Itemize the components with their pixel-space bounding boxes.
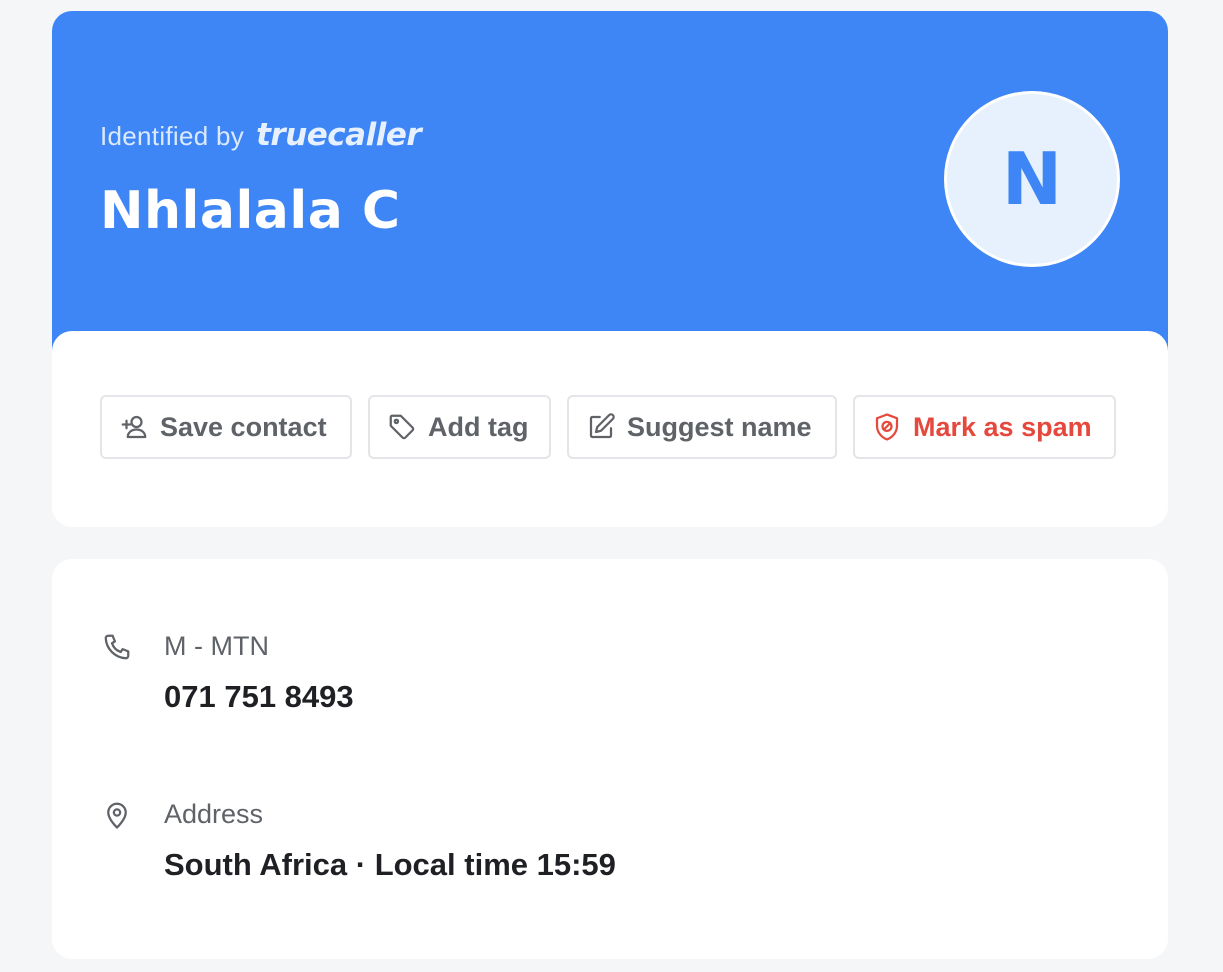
avatar-initial: N bbox=[1001, 137, 1063, 221]
edit-icon bbox=[586, 412, 616, 442]
add-tag-label: Add tag bbox=[428, 411, 529, 442]
mark-as-spam-label: Mark as spam bbox=[913, 411, 1092, 442]
add-tag-button[interactable]: Add tag bbox=[368, 395, 551, 459]
tag-icon bbox=[387, 412, 417, 442]
identified-by-text: Identified by bbox=[100, 121, 245, 151]
phone-number[interactable]: 071 751 8493 bbox=[164, 679, 354, 715]
details-card: M - MTN 071 751 8493 Address South Afric… bbox=[52, 559, 1168, 959]
profile-header: Identified by truecaller Nhlalala C N bbox=[52, 11, 1168, 351]
suggest-name-label: Suggest name bbox=[627, 411, 812, 442]
location-pin-icon bbox=[102, 800, 132, 830]
address-value: South Africa · Local time 15:59 bbox=[164, 847, 616, 882]
actions-card: Save contact Add tag Suggest name Mark a… bbox=[52, 331, 1168, 527]
phone-icon bbox=[102, 632, 132, 662]
suggest-name-button[interactable]: Suggest name bbox=[567, 395, 837, 459]
add-person-icon bbox=[119, 412, 149, 442]
phone-carrier-label: M - MTN bbox=[164, 631, 269, 661]
spam-shield-icon bbox=[872, 412, 902, 442]
truecaller-logo: truecaller bbox=[256, 117, 422, 153]
identified-by-line: Identified by truecaller bbox=[100, 117, 422, 153]
save-contact-button[interactable]: Save contact bbox=[100, 395, 352, 459]
avatar: N bbox=[944, 91, 1120, 267]
address-label: Address bbox=[164, 799, 264, 829]
contact-name: Nhlalala C bbox=[100, 181, 401, 241]
save-contact-label: Save contact bbox=[160, 411, 327, 442]
mark-as-spam-button[interactable]: Mark as spam bbox=[853, 395, 1116, 459]
